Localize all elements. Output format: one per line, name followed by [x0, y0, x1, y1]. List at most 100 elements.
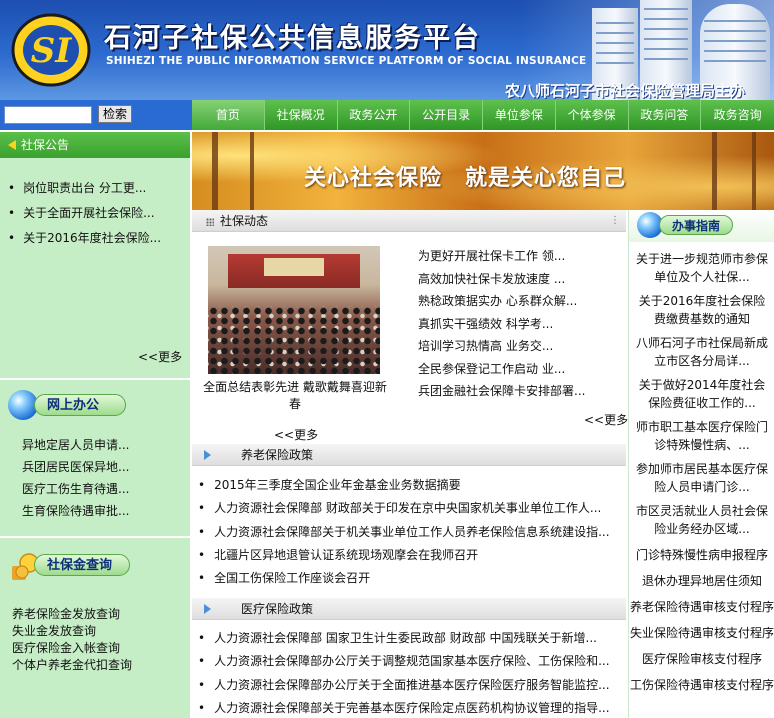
fund-query-title: 社保金查询 [34, 554, 130, 576]
policy-item[interactable]: 人力资源社会保障部办公厅关于全面推进基本医疗保险医疗服务智能监控... [196, 674, 624, 697]
notice-item[interactable]: 关于2016年度社会保险... [8, 226, 190, 251]
nav-gov-affairs[interactable]: 政务公开 [338, 100, 411, 130]
fund-query-item[interactable]: 失业金发放查询 [12, 623, 132, 640]
policy-item[interactable]: 人力资源社会保障部关于机关事业单位工作人员养老保险信息系统建设指... [196, 521, 624, 544]
online-office-item[interactable]: 兵团居民医保异地... [22, 456, 129, 478]
hero-slogan: 关心社会保险 就是关心您自己 [304, 165, 627, 191]
news-title: 社保动态 [220, 214, 269, 228]
medical-policy-list: 人力资源社会保障部 国家卫生计生委民政部 财政部 中国残联关于新增... 人力资… [196, 627, 624, 718]
news-header: 社保动态 ⋮ [192, 210, 626, 232]
photo-screen [264, 258, 324, 276]
online-office-title: 网上办公 [34, 394, 126, 416]
photo-crowd [208, 306, 380, 374]
guide-item[interactable]: 失业保险待遇审核支付程序 [629, 622, 774, 648]
news-photo-caption[interactable]: 全面总结表彰先进 戴歌戴舞喜迎新春 [200, 379, 390, 413]
news-item[interactable]: 熟稔政策据实办 心系群众解... [418, 290, 585, 313]
online-office-list: 异地定居人员申请... 兵团居民医保异地... 医疗工伤生育待遇... 生育保险… [22, 434, 129, 522]
tree-trunk [712, 132, 717, 210]
guide-title: 办事指南 [659, 215, 734, 235]
fund-query-item[interactable]: 个体户养老金代扣查询 [12, 657, 132, 674]
notices-header: 社保公告 [0, 132, 190, 158]
guide-item[interactable]: 市区灵活就业人员社会保险业务经办区域... [629, 502, 774, 544]
guide-item[interactable]: 八师石河子市社保局新成立市区各分局详... [629, 334, 774, 376]
nav-consulting[interactable]: 政务咨询 [701, 100, 774, 130]
site-title: 石河子社保公共信息服务平台 [104, 23, 481, 54]
logo-text: SI [31, 31, 73, 71]
site-header: SI 石河子社保公共信息服务平台 SHIHEZI THE PUBLIC INFO… [0, 0, 774, 100]
online-office-item[interactable]: 异地定居人员申请... [22, 434, 129, 456]
news-item[interactable]: 高效加快社保卡发放速度 ... [418, 268, 585, 291]
nav-public-catalog[interactable]: 公开目录 [410, 100, 483, 130]
news-item[interactable]: 培训学习热情高 业务交... [418, 335, 585, 358]
guide-item[interactable]: 参加师市居民基本医疗保险人员申请门诊... [629, 460, 774, 502]
nav-home[interactable]: 首页 [192, 100, 265, 130]
search-bar: 检索 [0, 100, 192, 130]
guide-item[interactable]: 关于2016年度社会保险费缴费基数的通知 [629, 292, 774, 334]
left-sidebar: 社保公告 岗位职责出台 分工更... 关于全面开展社会保险... 关于2016年… [0, 132, 190, 718]
policy-item[interactable]: 2015年三季度全国企业年金基金业务数据摘要 [196, 474, 624, 497]
fund-query-list: 养老保险金发放查询 失业金发放查询 医疗保险金入帐查询 个体户养老金代扣查询 [12, 606, 132, 674]
news-item[interactable]: 兵团金融社会保障卡安排部署... [418, 380, 585, 403]
guide-item[interactable]: 工伤保险待遇审核支付程序 [629, 674, 774, 700]
grip-icon [206, 218, 214, 226]
tree-trunk [752, 132, 756, 210]
nav-unit-insurance[interactable]: 单位参保 [483, 100, 556, 130]
guide-list: 关于进一步规范师市参保单位及个人社保... 关于2016年度社会保险费缴费基数的… [629, 250, 774, 700]
search-button[interactable]: 检索 [98, 105, 132, 123]
guide-item[interactable]: 医疗保险审核支付程序 [629, 648, 774, 674]
guide-item[interactable]: 关于进一步规范师市参保单位及个人社保... [629, 250, 774, 292]
guide-panel: 办事指南 关于进一步规范师市参保单位及个人社保... 关于2016年度社会保险费… [628, 210, 774, 718]
speaker-icon [8, 140, 16, 150]
notices-title: 社保公告 [21, 138, 70, 152]
medical-policy-header: 医疗保险政策 [192, 598, 626, 620]
online-office-item[interactable]: 医疗工伤生育待遇... [22, 478, 129, 500]
policy-item[interactable]: 人力资源社会保障部关于完善基本医疗保险定点医药机构协议管理的指导... [196, 697, 624, 718]
divider [0, 378, 190, 380]
nav-qa[interactable]: 政务问答 [629, 100, 702, 130]
guide-item[interactable]: 师市职工基本医疗保险门诊特殊慢性病、... [629, 418, 774, 460]
fund-query-banner: 社保金查询 [0, 546, 190, 588]
guide-item[interactable]: 退休办理异地居住须知 [629, 570, 774, 596]
fund-query-item[interactable]: 医疗保险金入帐查询 [12, 640, 132, 657]
notices-more-link[interactable]: <<更多 [138, 348, 182, 365]
nav-individual-insurance[interactable]: 个体参保 [556, 100, 629, 130]
search-input[interactable] [4, 106, 92, 124]
policy-item[interactable]: 人力资源社会保障部办公厅关于调整规范国家基本医疗保险、工伤保险和... [196, 650, 624, 673]
news-item[interactable]: 为更好开展社保卡工作 领... [418, 245, 585, 268]
arrow-right-icon [204, 604, 211, 614]
si-logo-icon[interactable]: SI [10, 12, 92, 88]
medical-policy-title: 医疗保险政策 [241, 602, 314, 616]
fund-query-item[interactable]: 养老保险金发放查询 [12, 606, 132, 623]
policy-item[interactable]: 人力资源社会保障部 国家卫生计生委民政部 财政部 中国残联关于新增... [196, 627, 624, 650]
news-list: 为更好开展社保卡工作 领... 高效加快社保卡发放速度 ... 熟稔政策据实办 … [418, 245, 585, 403]
online-office-item[interactable]: 生育保险待遇审批... [22, 500, 129, 522]
online-office-banner: 网上办公 [0, 386, 190, 428]
main-nav: 首页 社保概况 政务公开 公开目录 单位参保 个体参保 政务问答 政务咨询 [192, 100, 774, 130]
guide-item[interactable]: 养老保险待遇审核支付程序 [629, 596, 774, 622]
policy-item[interactable]: 人力资源社会保障部 财政部关于印发在京中央国家机关事业单位工作人... [196, 497, 624, 520]
notice-list: 岗位职责出台 分工更... 关于全面开展社会保险... 关于2016年度社会保险… [0, 158, 190, 251]
site-subtitle: SHIHEZI THE PUBLIC INFORMATION SERVICE P… [106, 55, 587, 67]
news-more-link-right[interactable]: <<更多 [584, 411, 628, 428]
policy-item[interactable]: 北疆片区异地退管认证系统现场观摩会在我师召开 [196, 544, 624, 567]
arrow-right-icon [204, 450, 211, 460]
policy-item[interactable]: 全国工伤保险工作座谈会召开 [196, 567, 624, 590]
news-item[interactable]: 真抓实干强绩效 科学考... [418, 313, 585, 336]
sponsor-text: 农八师石河子市社会保险管理局主办 [505, 82, 746, 100]
guide-item[interactable]: 关于做好2014年度社会保险费征收工作的... [629, 376, 774, 418]
news-more-link-left[interactable]: <<更多 [274, 426, 318, 443]
news-photo[interactable] [208, 246, 380, 374]
news-item[interactable]: 全民参保登记工作启动 业... [418, 358, 585, 381]
guide-item[interactable]: 门诊特殊慢性病申报程序 [629, 544, 774, 570]
guide-banner: 办事指南 [629, 210, 774, 242]
nav-overview[interactable]: 社保概况 [265, 100, 338, 130]
notice-item[interactable]: 岗位职责出台 分工更... [8, 176, 190, 201]
hero-banner: 关心社会保险 就是关心您自己 [192, 132, 774, 210]
pension-policy-title: 养老保险政策 [241, 448, 314, 462]
divider [0, 536, 190, 538]
notice-item[interactable]: 关于全面开展社会保险... [8, 201, 190, 226]
dots-icon: ⋮ [610, 215, 620, 226]
pension-policy-list: 2015年三季度全国企业年金基金业务数据摘要 人力资源社会保障部 财政部关于印发… [196, 474, 624, 590]
tree-trunk [212, 132, 218, 210]
tree-trunk [250, 132, 254, 210]
